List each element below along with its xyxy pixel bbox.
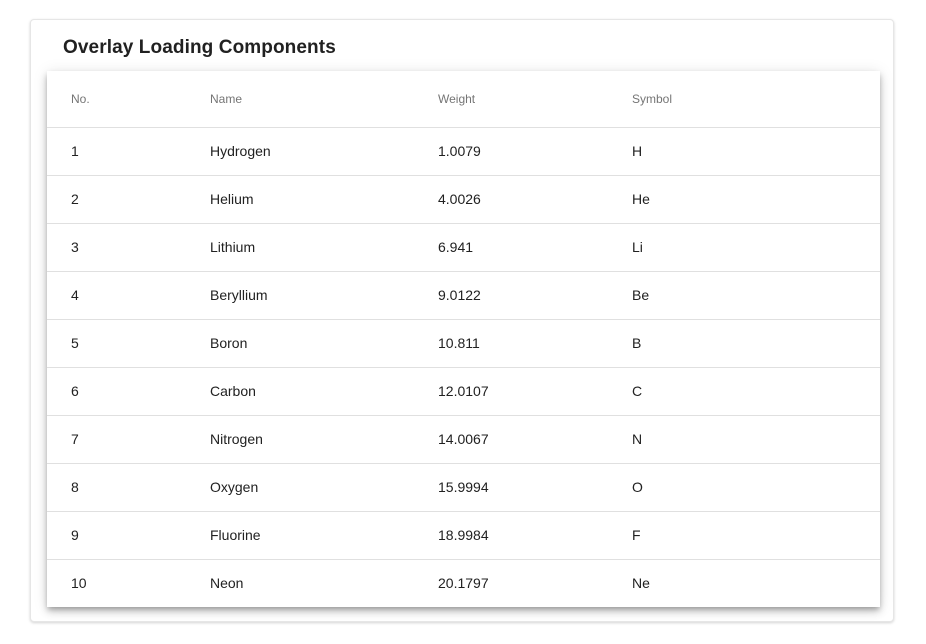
table-row: 8 Oxygen 15.9994 O <box>47 463 880 512</box>
cell-no: 8 <box>47 463 210 512</box>
cell-name: Hydrogen <box>210 127 438 176</box>
cell-no: 9 <box>47 511 210 560</box>
header-no: No. <box>47 71 210 128</box>
cell-symbol: C <box>632 367 880 416</box>
cell-name: Carbon <box>210 367 438 416</box>
cell-symbol: He <box>632 175 880 224</box>
header-symbol: Symbol <box>632 71 880 128</box>
cell-no: 4 <box>47 271 210 320</box>
table-row: 3 Lithium 6.941 Li <box>47 223 880 272</box>
cell-no: 1 <box>47 127 210 176</box>
cell-no: 3 <box>47 223 210 272</box>
table-row: 9 Fluorine 18.9984 F <box>47 511 880 560</box>
cell-name: Lithium <box>210 223 438 272</box>
cell-weight: 15.9994 <box>438 463 632 512</box>
cell-symbol: B <box>632 319 880 368</box>
cell-no: 2 <box>47 175 210 224</box>
table-row: 4 Beryllium 9.0122 Be <box>47 271 880 320</box>
cell-no: 6 <box>47 367 210 416</box>
table-row: 7 Nitrogen 14.0067 N <box>47 415 880 464</box>
table-row: 10 Neon 20.1797 Ne <box>47 559 880 607</box>
cell-no: 5 <box>47 319 210 368</box>
header-name: Name <box>210 71 438 128</box>
cell-weight: 9.0122 <box>438 271 632 320</box>
cell-symbol: H <box>632 127 880 176</box>
cell-no: 10 <box>71 575 87 592</box>
cell-weight: 1.0079 <box>438 127 632 176</box>
cell-weight: 20.1797 <box>438 575 489 592</box>
overlay-loading-card: Overlay Loading Components No. Name Weig… <box>30 19 894 622</box>
cell-symbol: O <box>632 463 880 512</box>
cell-weight: 12.0107 <box>438 367 632 416</box>
cell-no: 7 <box>47 415 210 464</box>
elements-table: No. Name Weight Symbol 1 Hydrogen 1.0079… <box>47 71 880 607</box>
table-row: 1 Hydrogen 1.0079 H <box>47 127 880 176</box>
cell-weight: 6.941 <box>438 223 632 272</box>
cell-name: Beryllium <box>210 271 438 320</box>
cell-name: Fluorine <box>210 511 438 560</box>
cell-name: Neon <box>210 575 244 592</box>
elements-table-container: No. Name Weight Symbol 1 Hydrogen 1.0079… <box>47 71 880 607</box>
cell-name: Boron <box>210 319 438 368</box>
cell-weight: 4.0026 <box>438 175 632 224</box>
cell-symbol: N <box>632 415 880 464</box>
cell-symbol: Li <box>632 223 880 272</box>
table-row: 5 Boron 10.811 B <box>47 319 880 368</box>
cell-name: Oxygen <box>210 463 438 512</box>
table-header: No. Name Weight Symbol <box>47 71 880 128</box>
table-body: 1 Hydrogen 1.0079 H 2 Helium 4.0026 He 3… <box>47 127 880 607</box>
cell-symbol: Ne <box>632 575 650 592</box>
cell-weight: 18.9984 <box>438 511 632 560</box>
cell-symbol: F <box>632 511 880 560</box>
cell-name: Nitrogen <box>210 415 438 464</box>
table-row: 6 Carbon 12.0107 C <box>47 367 880 416</box>
cell-weight: 10.811 <box>438 319 632 368</box>
cell-weight: 14.0067 <box>438 415 632 464</box>
cell-symbol: Be <box>632 271 880 320</box>
cell-name: Helium <box>210 175 438 224</box>
card-title: Overlay Loading Components <box>63 37 336 58</box>
table-row: 2 Helium 4.0026 He <box>47 175 880 224</box>
header-weight: Weight <box>438 71 632 128</box>
header-row: No. Name Weight Symbol <box>47 71 880 128</box>
